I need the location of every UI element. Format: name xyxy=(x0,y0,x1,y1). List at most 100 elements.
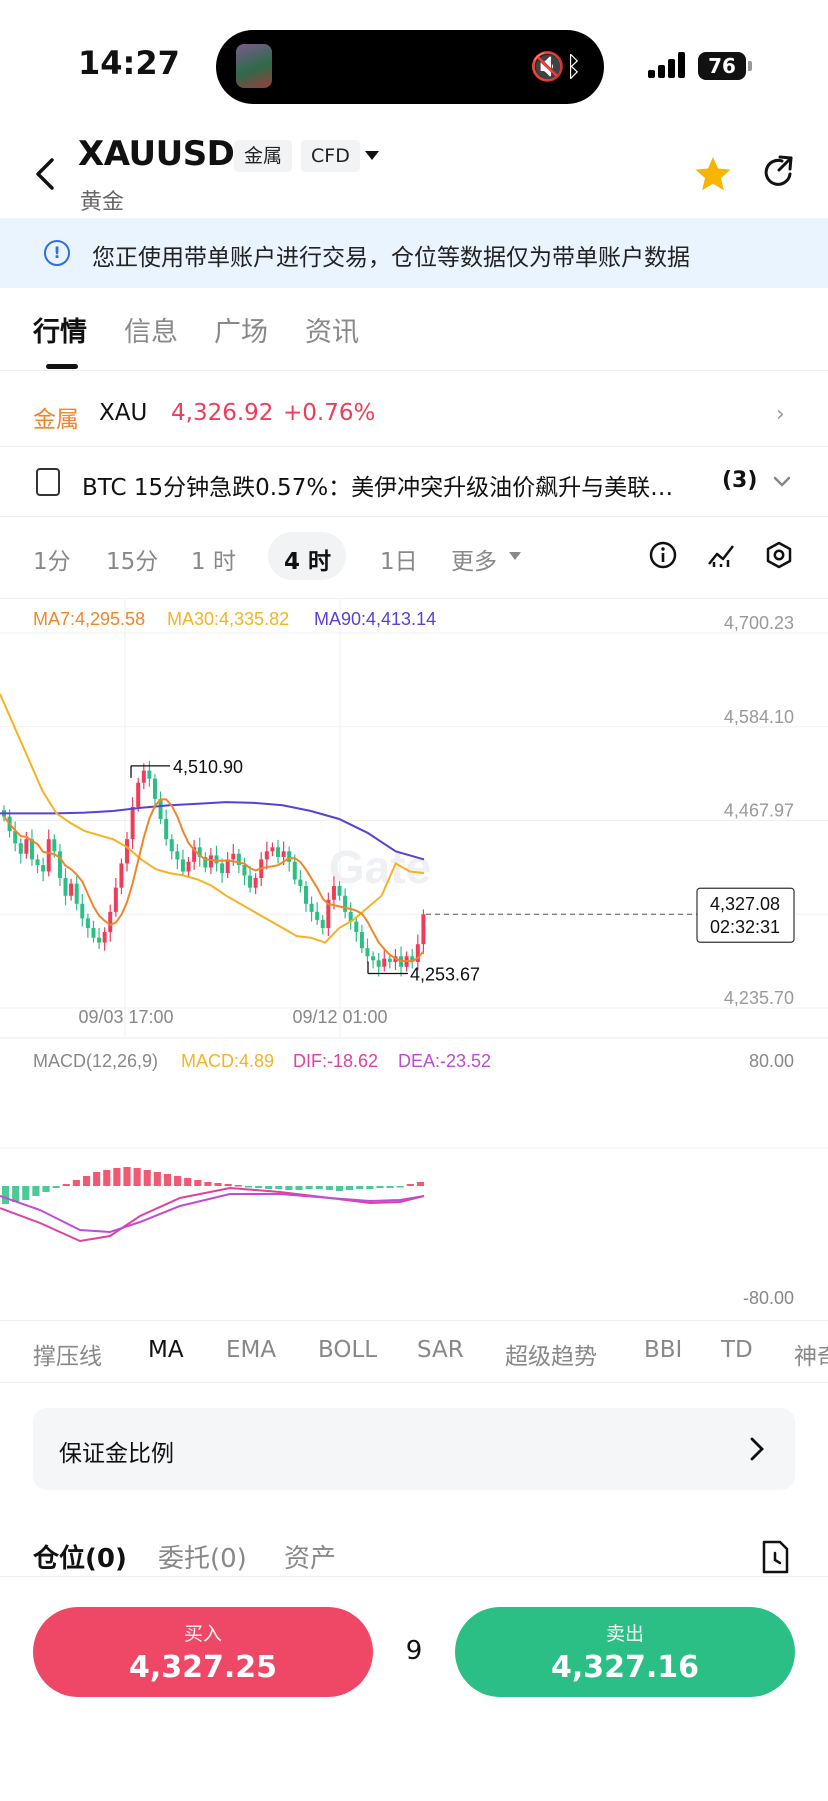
symbol-dropdown-icon[interactable] xyxy=(363,148,381,162)
indicator-sar[interactable]: SAR xyxy=(417,1337,464,1363)
candle-body xyxy=(85,918,90,929)
candle-body xyxy=(69,883,74,896)
x-axis-label: 09/03 17:00 xyxy=(78,1007,173,1027)
macd-histogram-bar xyxy=(305,1186,313,1189)
back-arrow-icon[interactable] xyxy=(30,152,62,196)
candle-body xyxy=(186,861,191,872)
macd-histogram-bar xyxy=(376,1186,384,1188)
candle-body xyxy=(371,956,376,961)
margin-ratio-card[interactable]: 保证金比例 xyxy=(33,1408,795,1490)
buy-price: 4,327.25 xyxy=(128,1650,278,1685)
candle-body xyxy=(35,859,40,866)
candle-body xyxy=(220,863,225,874)
macd-histogram-bar xyxy=(234,1185,242,1187)
divider xyxy=(0,1320,828,1321)
sell-button[interactable]: 卖出 4,327.16 xyxy=(455,1607,795,1697)
timeframe-4h[interactable]: 4 时 xyxy=(284,542,331,576)
indicator-bbi[interactable]: BBI xyxy=(644,1337,682,1363)
settings-hexagon-icon[interactable] xyxy=(764,540,794,570)
tab-info[interactable]: 信息 xyxy=(124,310,178,349)
candle-body xyxy=(102,932,107,943)
divider xyxy=(0,446,828,447)
indicator-support-resistance[interactable]: 撑压线 xyxy=(33,1337,102,1371)
asset-change: +0.76% xyxy=(283,400,376,426)
candle-body xyxy=(63,877,68,896)
indicator-chart-icon[interactable] xyxy=(706,540,736,570)
candle-body xyxy=(57,851,62,878)
macd-histogram-bar xyxy=(42,1186,50,1192)
buy-button[interactable]: 买入 4,327.25 xyxy=(33,1607,373,1697)
candle-body xyxy=(337,886,342,896)
macd-y-bottom: -80.00 xyxy=(743,1288,794,1308)
tab-news[interactable]: 资讯 xyxy=(305,310,359,349)
macd-histogram-bar xyxy=(163,1174,172,1186)
timeframe-1d[interactable]: 1日 xyxy=(380,542,418,576)
macd-histogram-bar xyxy=(265,1186,273,1189)
candle-body xyxy=(97,937,102,943)
ma30-legend: MA30:4,335.82 xyxy=(167,609,289,629)
indicator-magic[interactable]: 神奇 xyxy=(794,1337,828,1371)
candle-body xyxy=(281,851,286,857)
macd-histogram-bar xyxy=(285,1186,293,1190)
tab-positions[interactable]: 仓位(0) xyxy=(33,1538,127,1575)
news-headline[interactable]: BTC 15分钟急跌0.57%：美伊冲突升级油价飙升与美联… xyxy=(82,468,673,502)
candle-body xyxy=(382,958,387,967)
indicator-supertrend[interactable]: 超级趋势 xyxy=(505,1337,597,1371)
candlestick-chart[interactable]: Gate MA7:4,295.58 MA30:4,335.82 MA90:4,413… xyxy=(0,598,828,1318)
macd-histogram-bar xyxy=(143,1170,151,1186)
tab-orders[interactable]: 委托(0) xyxy=(158,1538,247,1575)
tab-square[interactable]: 广场 xyxy=(214,310,268,349)
macd-histogram-bar xyxy=(32,1186,40,1196)
macd-histogram-bar xyxy=(184,1178,192,1186)
candle-body xyxy=(331,886,336,900)
indicator-boll[interactable]: BOLL xyxy=(318,1337,377,1363)
history-doc-icon[interactable] xyxy=(760,1540,790,1574)
candle-body xyxy=(80,903,85,919)
candle-body xyxy=(141,770,146,783)
candle-body xyxy=(387,958,392,962)
divider xyxy=(0,1382,828,1383)
share-icon[interactable] xyxy=(760,154,796,190)
timeframe-more[interactable]: 更多 xyxy=(451,542,497,576)
candle-body xyxy=(309,903,314,912)
indicator-ema[interactable]: EMA xyxy=(226,1337,276,1363)
macd-histogram-bar xyxy=(396,1186,404,1188)
chevron-right-icon[interactable]: › xyxy=(776,402,785,427)
indicator-td[interactable]: TD xyxy=(721,1337,753,1363)
candle-body xyxy=(292,861,297,880)
more-dropdown-icon[interactable] xyxy=(508,551,522,561)
macd-histogram-bar xyxy=(386,1186,394,1188)
timeframe-15m[interactable]: 15分 xyxy=(106,542,158,576)
candle-body xyxy=(147,770,152,779)
news-doc-icon xyxy=(36,468,60,496)
indicator-ma[interactable]: MA xyxy=(148,1337,184,1363)
mute-bluetooth-icon: 🔇ᛒ xyxy=(530,50,582,83)
info-circle-icon[interactable] xyxy=(648,540,678,570)
ma90-legend: MA90:4,413.14 xyxy=(314,609,436,629)
tag-cfd[interactable]: CFD xyxy=(301,140,360,172)
favorite-star-icon[interactable] xyxy=(693,154,733,194)
chevron-down-icon[interactable] xyxy=(772,472,792,492)
macd-dif-line xyxy=(0,1186,425,1243)
candle-body xyxy=(248,875,253,888)
candle-body xyxy=(359,932,364,949)
sell-price: 4,327.16 xyxy=(550,1650,700,1685)
macd-histogram-bar xyxy=(113,1168,121,1186)
candle-body xyxy=(231,853,236,860)
status-time: 14:27 xyxy=(78,44,180,82)
buy-label: 买入 xyxy=(183,1623,222,1645)
macd-histogram-bar xyxy=(103,1170,111,1186)
tab-market[interactable]: 行情 xyxy=(33,310,87,349)
timeframe-1h[interactable]: 1 时 xyxy=(191,542,236,576)
tab-assets[interactable]: 资产 xyxy=(284,1538,336,1575)
macd-histogram-bar xyxy=(72,1180,80,1186)
candle-body xyxy=(152,778,157,799)
macd-histogram-bar xyxy=(244,1186,252,1188)
macd-histogram-bar xyxy=(2,1186,10,1204)
candle-body xyxy=(270,847,275,852)
countdown-label: 02:32:31 xyxy=(710,917,780,937)
candle-body xyxy=(119,863,124,888)
timeframe-1m[interactable]: 1分 xyxy=(33,542,71,576)
sell-label: 卖出 xyxy=(605,1623,644,1645)
candle-body xyxy=(315,911,320,920)
